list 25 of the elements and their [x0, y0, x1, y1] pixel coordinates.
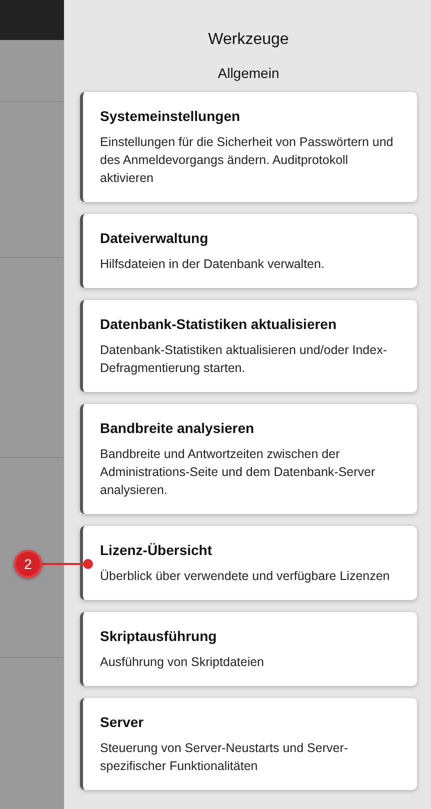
tool-card[interactable]: Systemeinstellungen Einstellungen für die Sicherheit von Passwörtern und des Anmeldevorgangs ändern. Auditprotokoll aktivieren: [80, 92, 417, 202]
card-description: Steuerung von Server-Neustarts und Server-spezifischer Funktionalitäten: [100, 740, 350, 775]
card-description: Überblick über verwendete und verfügbare Lizenzen: [100, 568, 391, 585]
card-title: Lizenz-Übersicht: [100, 542, 214, 558]
card-title: Server: [100, 714, 145, 730]
leader-line: [42, 563, 84, 565]
card-title: Bandbreite analysieren: [100, 420, 256, 436]
section-heading: Allgemein: [218, 65, 280, 81]
tool-card[interactable]: Server Steuerung von Server-Neustarts und Server-spezifischer Funktionalitäten: [80, 698, 417, 790]
tool-card[interactable]: Bandbreite analysieren Bandbreite und Antwortzeiten zwischen der Administrations-Seite und dem Datenbank-Server analysieren.: [80, 404, 417, 514]
card-description: Ausführung von Skriptdateien: [100, 654, 265, 671]
top-bar: [0, 0, 64, 40]
panel-title: Werkzeuge: [208, 31, 289, 49]
tool-card[interactable]: Skriptausführung Ausführung von Skriptdateien: [80, 612, 417, 686]
card-title: Systemeinstellungen: [100, 108, 242, 124]
tool-card[interactable]: Dateiverwaltung Hilfsdateien in der Datenbank verwalten.: [80, 214, 417, 288]
card-description: Datenbank-Statistiken aktualisieren und/oder Index-Defragmentierung starten.: [100, 342, 388, 377]
tool-card[interactable]: Lizenz-Übersicht Überblick über verwendete und verfügbare Lizenzen: [80, 526, 417, 600]
card-title: Dateiverwaltung: [100, 230, 210, 246]
card-title: Datenbank-Statistiken aktualisieren: [100, 316, 338, 332]
card-description: Hilfsdateien in der Datenbank verwalten.: [100, 256, 326, 273]
card-description: Bandbreite und Antwortzeiten zwischen der Administrations-Seite und dem Datenbank-Server analysieren.: [100, 446, 376, 499]
card-title: Skriptausführung: [100, 628, 218, 644]
tool-card[interactable]: Datenbank-Statistiken aktualisieren Datenbank-Statistiken aktualisieren und/oder Index-Defragmentierung starten.: [80, 300, 417, 392]
card-description: Einstellungen für die Sicherheit von Passwörtern und des Anmeldevorgangs ändern. Auditprotokoll aktivieren: [100, 134, 394, 187]
